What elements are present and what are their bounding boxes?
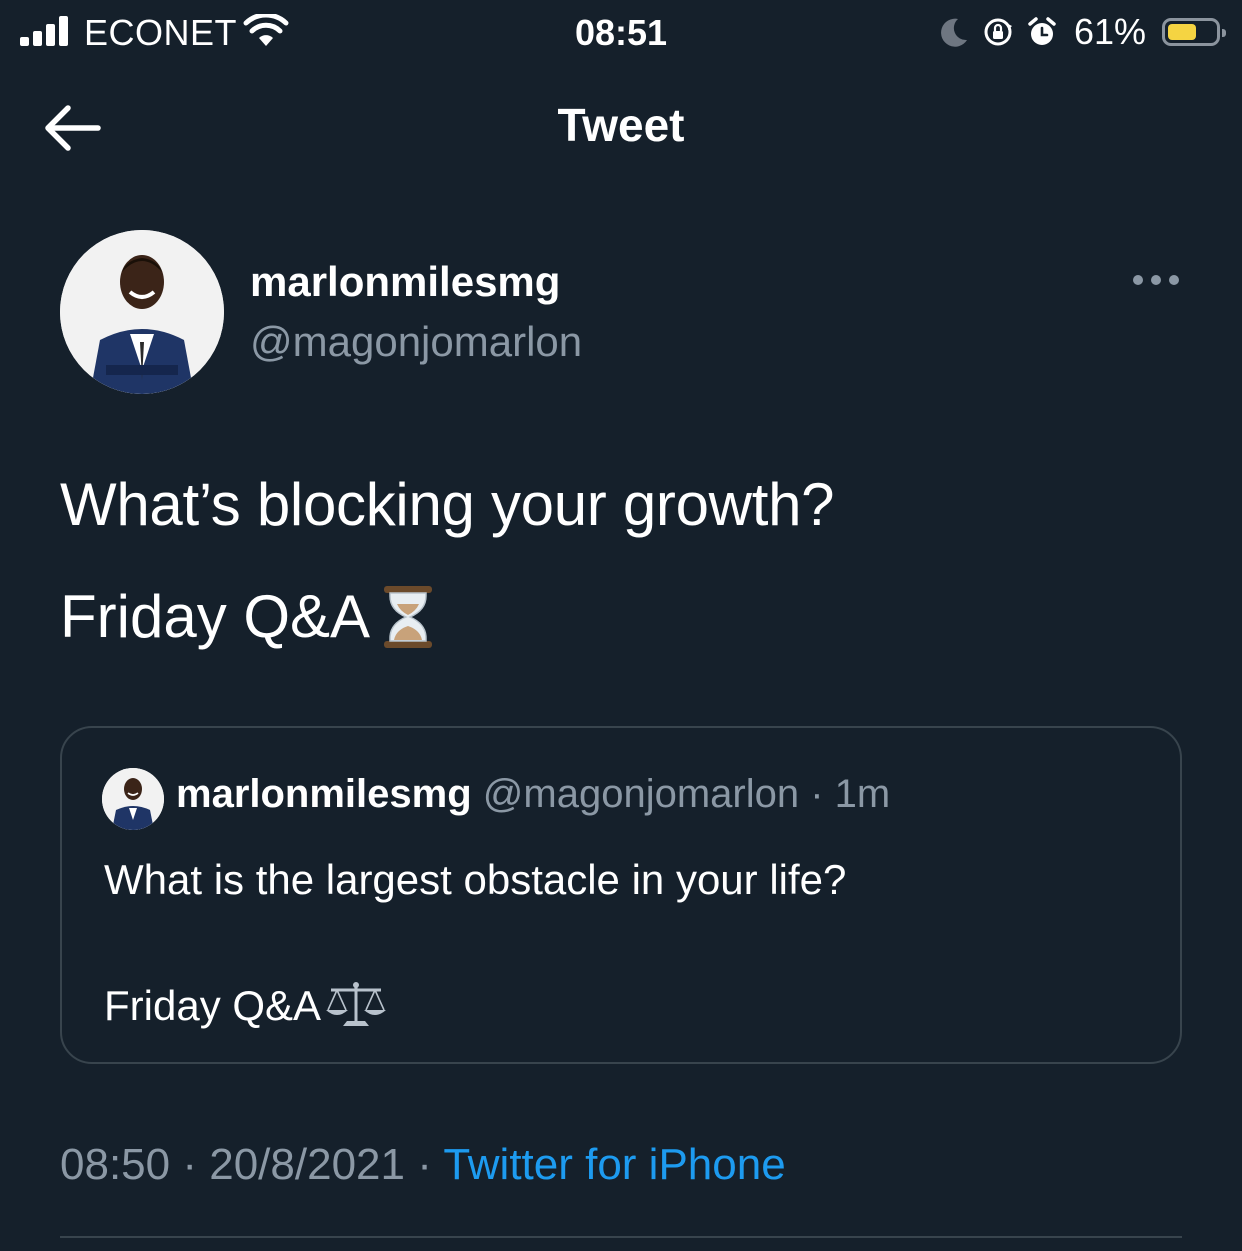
tweet-detail-screen: ECONET 08:51 61% Tweet marlonmilesmg @ma…: [0, 0, 1242, 1251]
battery-tip: [1222, 29, 1226, 37]
quote-display-name: marlonmilesmg: [176, 772, 472, 816]
tweet-time: 08:50: [60, 1140, 171, 1189]
quote-text-line2: Friday Q&A: [104, 982, 322, 1029]
scales-icon: [326, 982, 387, 1026]
avatar-photo: [60, 230, 224, 394]
status-bar: ECONET 08:51 61%: [0, 0, 1242, 64]
tweet-text-line2-row: Friday Q&A: [60, 582, 436, 651]
navigation-bar: Tweet: [0, 64, 1242, 194]
quote-header: marlonmilesmg @magonjomarlon · 1m: [176, 772, 890, 817]
meta-separator: ·: [182, 1140, 197, 1189]
divider: [60, 1236, 1182, 1238]
battery-level-fill: [1168, 24, 1196, 40]
quote-text-line2-row: Friday Q&A: [104, 980, 389, 1032]
quote-time: 1m: [834, 772, 891, 816]
more-dots-icon[interactable]: [1126, 262, 1186, 298]
tweet-date: 20/8/2021: [209, 1140, 405, 1189]
quote-text-line1: What is the largest obstacle in your lif…: [104, 856, 847, 903]
tweet-source-link[interactable]: Twitter for iPhone: [443, 1140, 785, 1189]
quote-handle: @magonjomarlon: [482, 772, 800, 816]
hourglass-icon: [384, 585, 433, 648]
quote-separator: ·: [810, 772, 824, 816]
quote-avatar: [102, 768, 164, 830]
avatar[interactable]: [60, 230, 224, 394]
alarm-icon: [1028, 17, 1056, 45]
battery-percent: 61%: [1073, 11, 1146, 52]
battery-icon: [1162, 18, 1226, 46]
quote-avatar-photo: [102, 768, 164, 830]
tweet-text-line2: Friday Q&A: [60, 583, 371, 650]
status-right-group: 61%: [938, 11, 1226, 52]
page-title: Tweet: [557, 99, 685, 151]
rotation-lock-icon: [984, 18, 1012, 46]
moon-icon: [940, 18, 967, 47]
tweet-meta: 08:50 · 20/8/2021 · Twitter for iPhone: [60, 1140, 786, 1190]
meta-separator: ·: [417, 1140, 432, 1189]
author-handle[interactable]: @magonjomarlon: [250, 318, 582, 366]
tweet-text-line1: What’s blocking your growth?: [60, 471, 835, 538]
quoted-tweet-card[interactable]: marlonmilesmg @magonjomarlon · 1m What i…: [60, 726, 1182, 1064]
author-display-name[interactable]: marlonmilesmg: [250, 258, 560, 306]
